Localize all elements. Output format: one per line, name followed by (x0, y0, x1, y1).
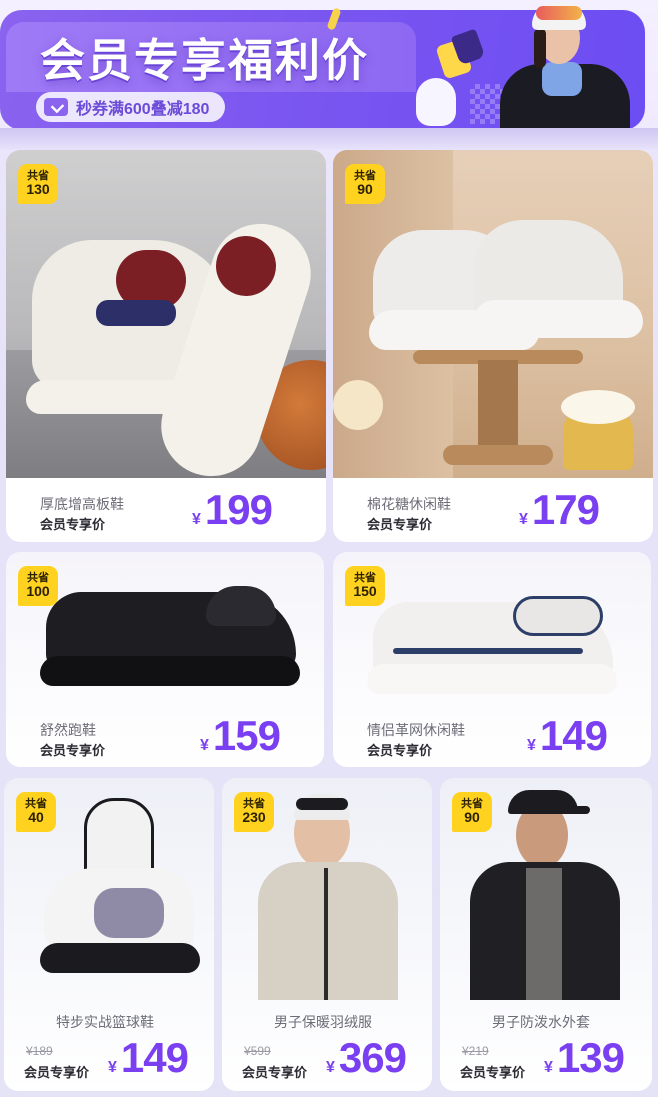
product-price: ¥ 149 (108, 1034, 189, 1081)
currency-symbol: ¥ (519, 511, 528, 528)
savings-badge: 共省 90 (452, 792, 492, 832)
member-price-label: 会员专享价 (40, 743, 106, 758)
coupon-icon (44, 98, 68, 116)
product-card[interactable]: 共省 100 舒然跑鞋 会员专享价 ¥ 159 (6, 552, 324, 767)
product-name: 特步实战篮球鞋 (56, 1014, 154, 1030)
coupon-pill[interactable]: 秒券满600叠减180 (36, 92, 226, 122)
product-name: 情侣革网休闲鞋 (367, 722, 465, 738)
currency-symbol: ¥ (544, 1059, 553, 1076)
member-price-label: 会员专享价 (24, 1065, 90, 1080)
product-name: 男子保暖羽绒服 (274, 1014, 372, 1030)
product-name: 舒然跑鞋 (40, 722, 96, 738)
savings-badge: 共省 90 (345, 164, 385, 204)
product-price: ¥ 199 (192, 486, 273, 533)
currency-symbol: ¥ (326, 1059, 335, 1076)
original-price: ¥219 (462, 1044, 489, 1058)
original-price: ¥599 (244, 1044, 271, 1058)
currency-symbol: ¥ (200, 737, 209, 754)
banner-title: 会员专享福利价 (40, 35, 370, 86)
original-price: ¥189 (26, 1044, 53, 1058)
savings-badge: 共省 230 (234, 792, 274, 832)
product-name: 厚底增高板鞋 (40, 496, 124, 512)
product-name: 男子防泼水外套 (492, 1014, 590, 1030)
mascot-icon (416, 78, 456, 126)
savings-badge: 共省 100 (18, 566, 58, 606)
member-price-label: 会员专享价 (367, 517, 433, 532)
product-price: ¥ 369 (326, 1034, 407, 1081)
currency-symbol: ¥ (192, 511, 201, 528)
product-price: ¥ 149 (527, 712, 608, 759)
promo-banner: 会员专享福利价 秒券满600叠减180 (0, 0, 658, 150)
banner-model-image (480, 0, 650, 134)
product-card[interactable]: 共省 40 特步实战篮球鞋 ¥189 会员专享价 ¥ 149 (4, 778, 214, 1091)
product-card[interactable]: 共省 230 男子保暖羽绒服 ¥599 会员专享价 ¥ 369 (222, 778, 432, 1091)
currency-symbol: ¥ (527, 737, 536, 754)
product-price: ¥ 179 (519, 486, 600, 533)
product-card[interactable]: 共省 130 厚底增高板鞋 会员专享价 ¥ 199 (6, 150, 326, 542)
currency-symbol: ¥ (108, 1059, 117, 1076)
product-price: ¥ 159 (200, 712, 281, 759)
member-price-label: 会员专享价 (242, 1065, 308, 1080)
product-price: ¥ 139 (544, 1034, 625, 1081)
banner-ledge (0, 128, 658, 150)
savings-badge: 共省 150 (345, 566, 385, 606)
product-card[interactable]: 共省 150 情侣革网休闲鞋 会员专享价 ¥ 149 (333, 552, 651, 767)
coupon-text: 秒券满600叠减180 (76, 101, 210, 118)
member-price-label: 会员专享价 (367, 743, 433, 758)
member-price-label: 会员专享价 (460, 1065, 526, 1080)
product-name: 棉花糖休闲鞋 (367, 496, 451, 512)
product-card[interactable]: 共省 90 棉花糖休闲鞋 会员专享价 ¥ 179 (333, 150, 653, 542)
savings-badge: 共省 40 (16, 792, 56, 832)
member-price-label: 会员专享价 (40, 517, 106, 532)
savings-badge: 共省 130 (18, 164, 58, 204)
product-card[interactable]: 共省 90 男子防泼水外套 ¥219 会员专享价 ¥ 139 (440, 778, 652, 1091)
